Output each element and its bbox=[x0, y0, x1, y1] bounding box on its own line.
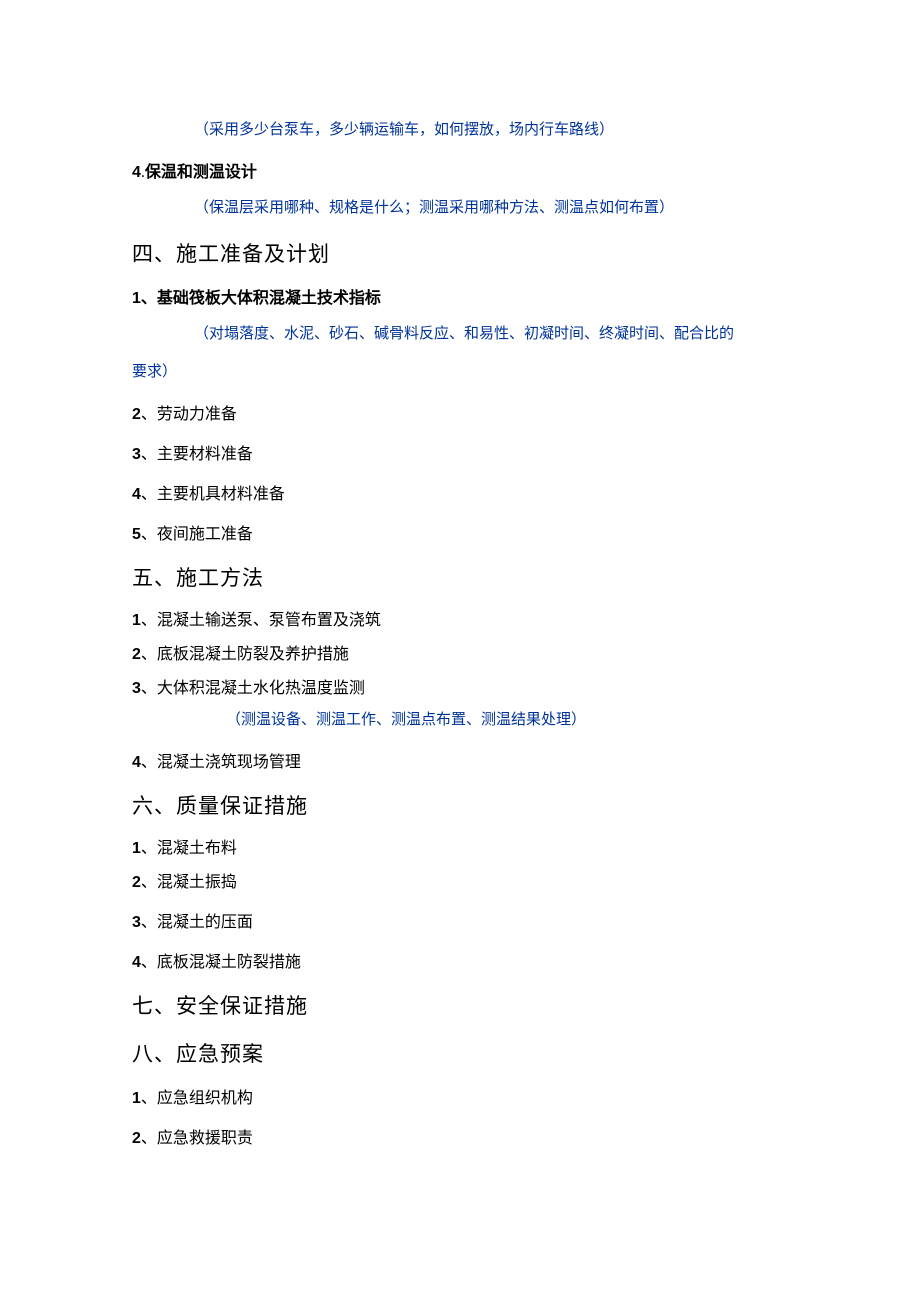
note-text-continued: 要求） bbox=[132, 360, 800, 384]
note-text: （采用多少台泵车，多少辆运输车，如何摆放，场内行车路线） bbox=[132, 118, 800, 142]
item-label: 、底板混凝土防裂及养护措施 bbox=[141, 646, 349, 663]
item-label: 、主要机具材料准备 bbox=[141, 486, 285, 503]
heading-6-2: 2、混凝土振捣 bbox=[132, 868, 800, 892]
heading-4-3: 3、主要材料准备 bbox=[132, 440, 800, 464]
section-7-title: 七、安全保证措施 bbox=[132, 990, 800, 1020]
item-label: 、大体积混凝土水化热温度监测 bbox=[141, 680, 365, 697]
heading-4-4: 4、主要机具材料准备 bbox=[132, 480, 800, 504]
heading-5-1: 1、混凝土输送泵、泵管布置及浇筑 bbox=[132, 606, 800, 630]
item-number: 3 bbox=[132, 680, 141, 697]
section-6-title: 六、质量保证措施 bbox=[132, 790, 800, 820]
heading-4-2: 2、劳动力准备 bbox=[132, 400, 800, 424]
note-text: （对塌落度、水泥、砂石、碱骨料反应、和易性、初凝时间、终凝时间、配合比的 bbox=[132, 322, 800, 346]
item-number: 1 bbox=[132, 840, 141, 857]
item-label: 、应急组织机构 bbox=[141, 1090, 253, 1107]
item-label: 、底板混凝土防裂措施 bbox=[141, 954, 301, 971]
item-label: 、夜间施工准备 bbox=[141, 526, 253, 543]
item-label: 、混凝土浇筑现场管理 bbox=[141, 754, 301, 771]
item-number: 1 bbox=[132, 612, 141, 629]
heading-4-1: 1、基础筏板大体积混凝土技术指标 bbox=[132, 284, 800, 308]
section-5-title: 五、施工方法 bbox=[132, 562, 800, 592]
item-number: 1 bbox=[132, 290, 141, 307]
item-number: 1 bbox=[132, 1090, 141, 1107]
item-label: 、基础筏板大体积混凝土技术指标 bbox=[141, 290, 381, 307]
section-4-title: 四、施工准备及计划 bbox=[132, 238, 800, 268]
note-text: （测温设备、测温工作、测温点布置、测温结果处理） bbox=[132, 708, 800, 732]
item-number: 4 bbox=[132, 486, 141, 503]
item-label: 、混凝土的压面 bbox=[141, 914, 253, 931]
heading-6-4: 4、底板混凝土防裂措施 bbox=[132, 948, 800, 972]
item-number: 4 bbox=[132, 754, 141, 771]
item-label: 保温和测温设计 bbox=[145, 164, 257, 181]
heading-4-insulation: 4.保温和测温设计 bbox=[132, 158, 800, 182]
item-number: 3 bbox=[132, 914, 141, 931]
heading-5-3: 3、大体积混凝土水化热温度监测 bbox=[132, 674, 800, 698]
item-number: 4 bbox=[132, 164, 141, 181]
item-number: 2 bbox=[132, 646, 141, 663]
item-label: 、混凝土输送泵、泵管布置及浇筑 bbox=[141, 612, 381, 629]
heading-8-1: 1、应急组织机构 bbox=[132, 1084, 800, 1108]
section-8-title: 八、应急预案 bbox=[132, 1038, 800, 1068]
heading-6-3: 3、混凝土的压面 bbox=[132, 908, 800, 932]
item-number: 3 bbox=[132, 446, 141, 463]
item-number: 2 bbox=[132, 406, 141, 423]
heading-5-4: 4、混凝土浇筑现场管理 bbox=[132, 748, 800, 772]
heading-4-5: 5、夜间施工准备 bbox=[132, 520, 800, 544]
item-label: 、劳动力准备 bbox=[141, 406, 237, 423]
item-label: 、应急救援职责 bbox=[141, 1130, 253, 1147]
item-number: 2 bbox=[132, 1130, 141, 1147]
item-number: 4 bbox=[132, 954, 141, 971]
document-page: （采用多少台泵车，多少辆运输车，如何摆放，场内行车路线） 4.保温和测温设计 （… bbox=[0, 0, 920, 1222]
item-label: 、混凝土振捣 bbox=[141, 874, 237, 891]
heading-8-2: 2、应急救援职责 bbox=[132, 1124, 800, 1148]
heading-6-1: 1、混凝土布料 bbox=[132, 834, 800, 858]
item-label: 、主要材料准备 bbox=[141, 446, 253, 463]
note-text: （保温层采用哪种、规格是什么；测温采用哪种方法、测温点如何布置） bbox=[132, 196, 800, 220]
item-number: 2 bbox=[132, 874, 141, 891]
item-number: 5 bbox=[132, 526, 141, 543]
heading-5-2: 2、底板混凝土防裂及养护措施 bbox=[132, 640, 800, 664]
item-label: 、混凝土布料 bbox=[141, 840, 237, 857]
